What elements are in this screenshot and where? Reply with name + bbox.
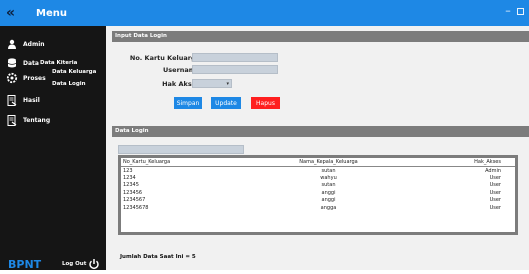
table-cell: sutan	[321, 182, 336, 189]
chevron-down-icon: ▾	[226, 80, 229, 87]
info-icon	[6, 114, 18, 126]
table-row[interactable]: 12345 sutan User	[121, 182, 515, 190]
table-cell: anggi	[321, 189, 336, 196]
app-window: « Menu – Admin Data Data Kiteria Proses	[0, 0, 529, 271]
sidebar-item-label: Data	[23, 59, 39, 67]
table-cell: User	[489, 204, 501, 211]
brand-logo: BPNT	[8, 258, 42, 271]
sidebar-item-data[interactable]: Data	[6, 57, 39, 69]
username-input[interactable]	[192, 65, 278, 74]
minimize-button[interactable]: –	[503, 5, 513, 18]
table-cell: 12345	[123, 182, 139, 189]
table-cell: User	[489, 182, 501, 189]
table-row[interactable]: 12345678 angga User	[121, 204, 515, 212]
no-kk-input[interactable]	[192, 53, 278, 62]
table-cell: angga	[320, 204, 337, 211]
table-cell: 123456	[123, 189, 143, 196]
hak-akses-label: Hak Akses	[162, 80, 200, 88]
sidebar-item-tentang[interactable]: Tentang	[6, 114, 50, 126]
record-count: Jumlah Data Saat Ini = 5	[120, 254, 196, 260]
database-icon	[6, 57, 18, 69]
maximize-button[interactable]	[515, 5, 525, 18]
table-cell: 12345678	[123, 204, 149, 211]
logout-button[interactable]: Log Out	[62, 261, 86, 267]
back-button[interactable]: «	[6, 5, 28, 21]
sidebar-item-label: Admin	[23, 40, 45, 48]
table-row[interactable]: 123456 anggi User	[121, 189, 515, 197]
no-kk-label: No. Kartu Keluarga	[129, 54, 200, 62]
window-controls: –	[503, 5, 525, 18]
username-label: Username	[163, 66, 200, 74]
main-panel: Input Data Login No. Kartu Keluarga User…	[112, 26, 529, 270]
save-button[interactable]: Simpan	[174, 97, 202, 109]
table-cell: sutan	[321, 167, 336, 174]
search-input[interactable]	[118, 145, 244, 154]
table-cell: User	[489, 189, 501, 196]
delete-button[interactable]: Hapus	[251, 97, 280, 109]
table-cell: 123	[123, 167, 133, 174]
table-cell: User	[489, 197, 501, 204]
hak-akses-select[interactable]: ▾	[192, 79, 232, 88]
power-icon[interactable]	[88, 255, 100, 270]
submenu-data-kriteria[interactable]: Data Kiteria	[40, 60, 77, 66]
sidebar-item-hasil[interactable]: Hasil	[6, 94, 40, 106]
column-header[interactable]: No_Kartu_Keluarga	[121, 158, 250, 167]
table-row[interactable]: 1234567 anggi User	[121, 197, 515, 205]
update-button[interactable]: Update	[211, 97, 241, 109]
sidebar-item-admin[interactable]: Admin	[6, 38, 45, 50]
user-icon	[6, 38, 18, 50]
window-title: Menu	[36, 7, 67, 19]
table-cell: 1234567	[123, 197, 146, 204]
maximize-icon	[516, 8, 524, 15]
table-cell: User	[489, 174, 501, 181]
sidebar-item-proses[interactable]: Proses	[6, 72, 46, 84]
column-header[interactable]: Hak_Akses	[407, 158, 515, 167]
table-row[interactable]: 1234 wahyu User	[121, 174, 515, 182]
table-row[interactable]: 123 sutan Admin	[121, 167, 515, 175]
submenu-data-keluarga[interactable]: Data Keluarga	[52, 69, 96, 75]
data-table: No_Kartu_Keluarga Nama_Kepala_Keluarga H…	[118, 155, 518, 235]
table-cell: Admin	[485, 167, 501, 174]
sidebar-item-label: Hasil	[23, 96, 40, 104]
table-cell: wahyu	[320, 174, 337, 181]
table-section-header: Data Login	[112, 126, 529, 137]
table-header-row: No_Kartu_Keluarga Nama_Kepala_Keluarga H…	[121, 158, 515, 167]
sidebar-item-label: Proses	[23, 74, 46, 82]
report-icon	[6, 94, 18, 106]
submenu-data-login[interactable]: Data Login	[52, 81, 86, 87]
input-section-header: Input Data Login	[112, 31, 529, 42]
sidebar: Admin Data Data Kiteria Proses Data Kelu…	[0, 26, 106, 270]
table-cell: 1234	[123, 174, 136, 181]
gears-icon	[6, 72, 18, 84]
title-bar: « Menu –	[0, 0, 529, 26]
sidebar-item-label: Tentang	[23, 116, 51, 124]
table-cell: anggi	[321, 197, 336, 204]
column-header[interactable]: Nama_Kepala_Keluarga	[249, 158, 408, 167]
